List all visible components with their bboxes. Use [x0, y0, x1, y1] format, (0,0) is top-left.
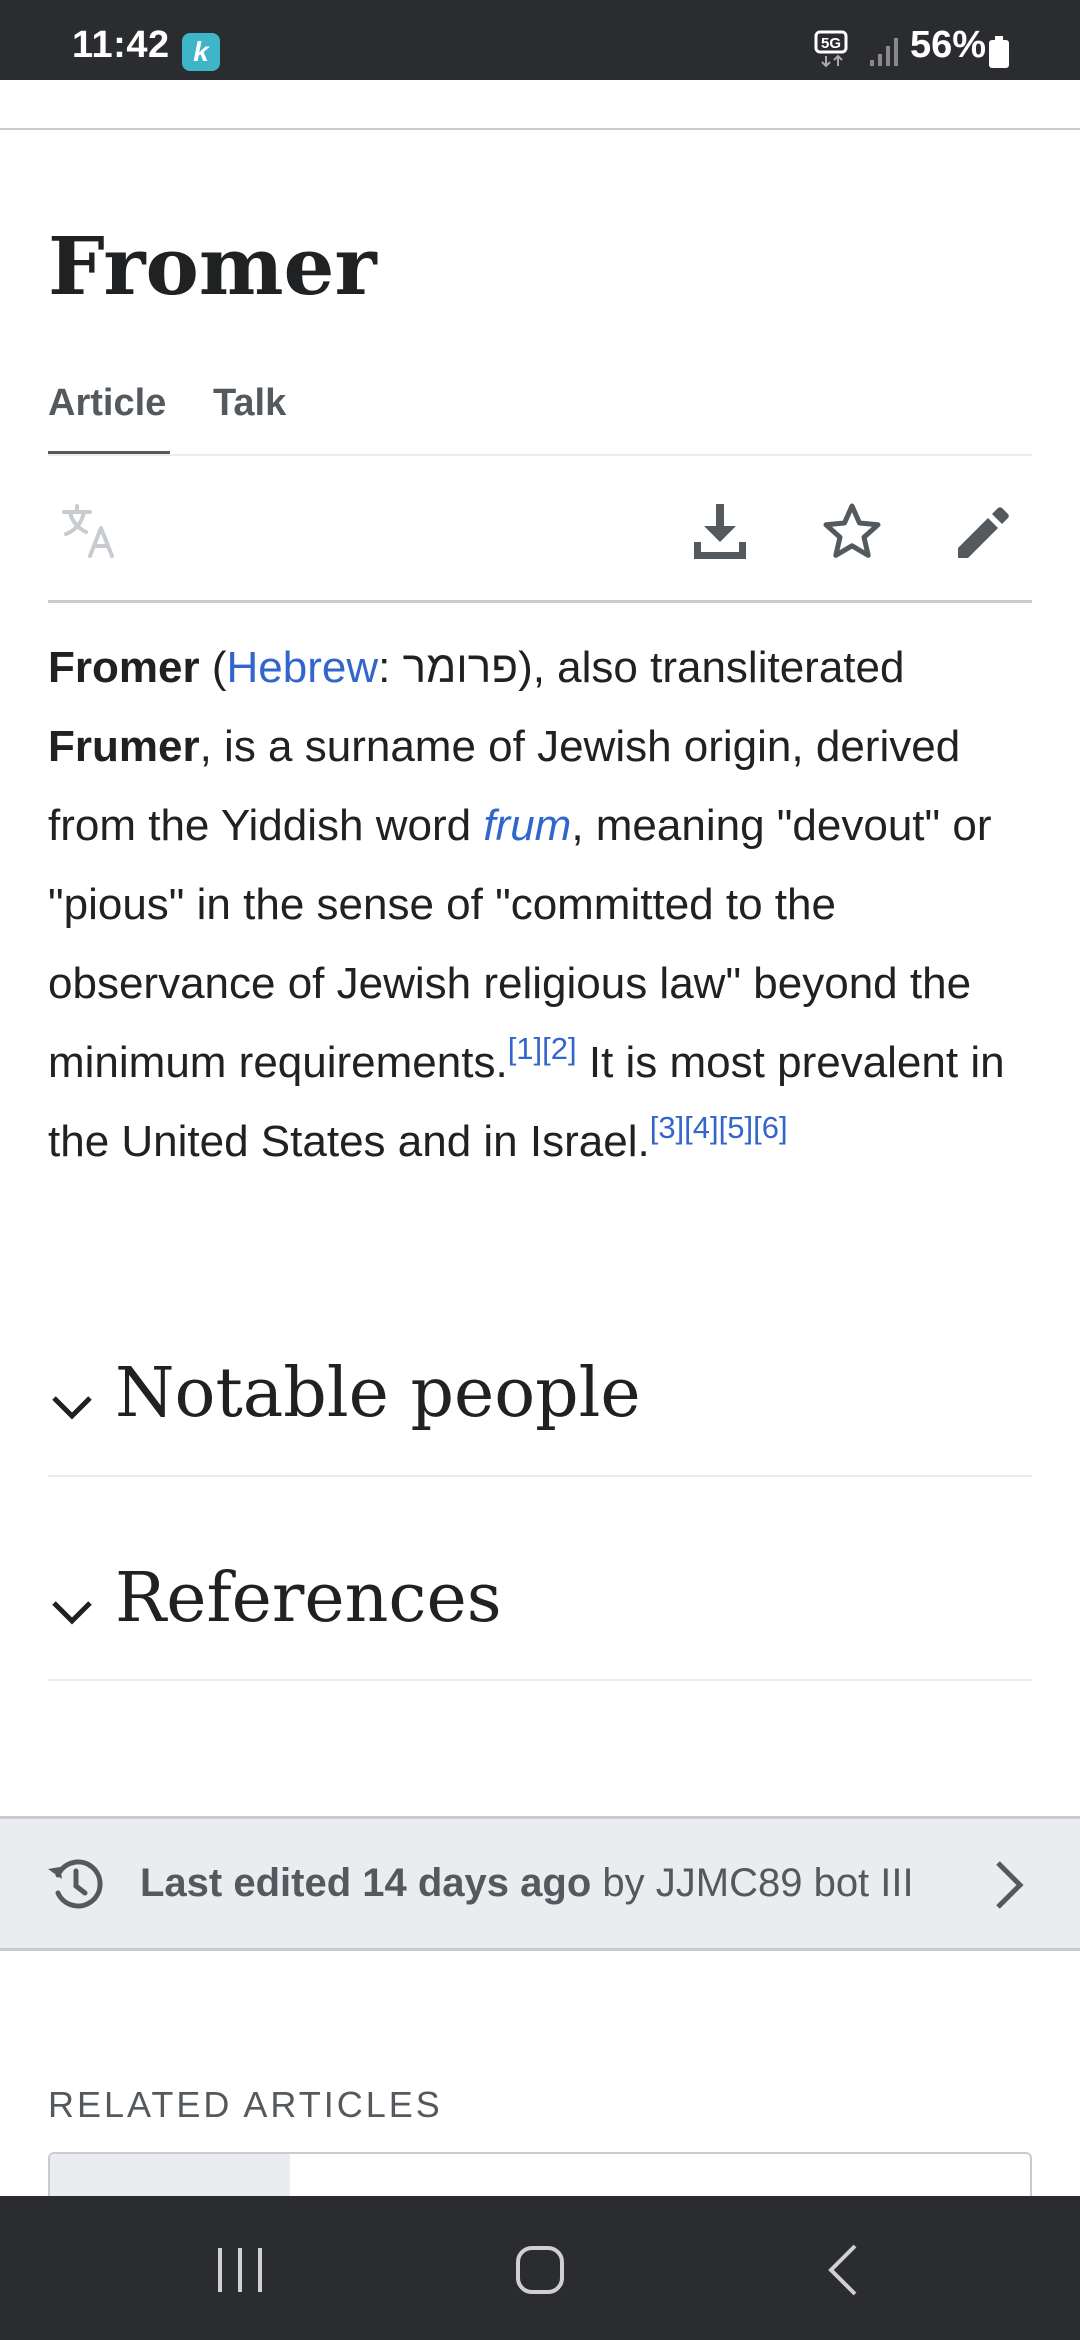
- reference-1[interactable]: [1]: [508, 1031, 542, 1066]
- history-icon: [48, 1859, 103, 1909]
- last-edited-bar[interactable]: Last edited 14 days ago by JJMC89 bot II…: [0, 1816, 1080, 1951]
- last-edited-by: by JJMC89 bot III: [591, 1861, 914, 1905]
- text-open: (: [199, 643, 227, 692]
- star-icon[interactable]: [820, 500, 884, 564]
- related-articles-heading: RELATED ARTICLES: [48, 2084, 443, 2125]
- reference-2[interactable]: [2]: [542, 1031, 576, 1066]
- tab-article[interactable]: Article: [48, 380, 170, 456]
- page-actions-toolbar: [48, 460, 1032, 602]
- translate-icon[interactable]: [58, 500, 122, 564]
- section-references[interactable]: References: [48, 1535, 1032, 1681]
- bold-term-fromer: Fromer: [48, 643, 200, 692]
- tab-talk[interactable]: Talk: [213, 380, 286, 456]
- recent-apps-icon[interactable]: [210, 2240, 270, 2300]
- battery-icon: [989, 36, 1009, 68]
- edit-pencil-icon[interactable]: [952, 500, 1016, 564]
- section-title: Notable people: [115, 1354, 641, 1433]
- frum-link[interactable]: frum: [483, 801, 571, 850]
- status-time: 11:42: [72, 24, 170, 66]
- app-notification-icon: k: [182, 33, 220, 71]
- status-bar: 11:42 k 5G 56%: [0, 0, 1080, 80]
- network-5g-icon: 5G: [814, 30, 848, 68]
- page-title: Fromer: [48, 219, 377, 313]
- download-icon[interactable]: [688, 500, 752, 564]
- signal-icon: [870, 38, 898, 66]
- last-edited-time: Last edited 14 days ago: [140, 1861, 592, 1905]
- article-lead-paragraph: Fromer (Hebrew: פרומר), also translitera…: [48, 628, 1038, 1181]
- back-icon[interactable]: [815, 2240, 875, 2300]
- network-label: 5G: [821, 35, 841, 52]
- system-navigation-bar: [0, 2196, 1080, 2340]
- battery-percent: 56%: [910, 24, 987, 66]
- chevron-down-icon: [52, 1601, 92, 1625]
- last-edited-text: Last edited 14 days ago by JJMC89 bot II…: [140, 1861, 914, 1906]
- reference-3[interactable]: [3]: [650, 1110, 684, 1145]
- header-divider: [0, 128, 1080, 130]
- section-title: References: [115, 1559, 502, 1638]
- chevron-right-icon: [996, 1861, 1024, 1909]
- reference-4[interactable]: [4]: [684, 1110, 718, 1145]
- section-notable-people[interactable]: Notable people: [48, 1330, 1032, 1477]
- reference-5[interactable]: [5]: [719, 1110, 753, 1145]
- reference-6[interactable]: [6]: [753, 1110, 787, 1145]
- home-icon[interactable]: [510, 2240, 570, 2300]
- hebrew-link[interactable]: Hebrew: [226, 643, 378, 692]
- tabs-divider: [48, 454, 1032, 456]
- hebrew-text: : פרומר), also transliterated: [378, 643, 905, 692]
- chevron-down-icon: [52, 1396, 92, 1420]
- toolbar-divider: [48, 600, 1032, 603]
- bold-term-frumer: Frumer: [48, 722, 200, 771]
